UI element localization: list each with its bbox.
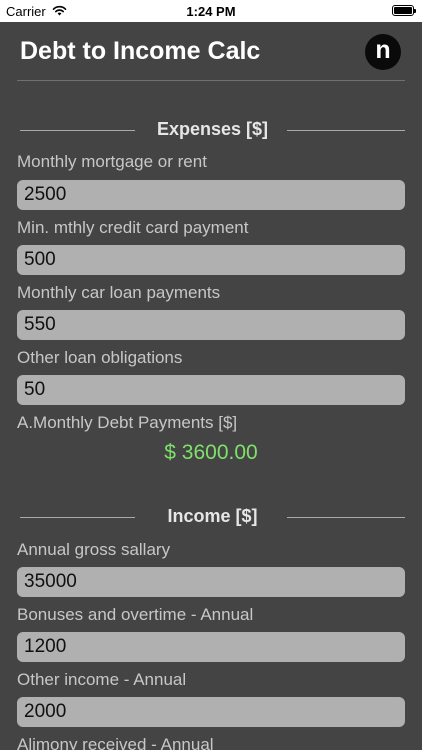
section-divider-right xyxy=(287,130,405,131)
annual-salary-label: Annual gross sallary xyxy=(17,540,171,559)
expenses-section-header: Expenses [$] xyxy=(20,119,405,141)
app-title: Debt to Income Calc xyxy=(20,37,261,65)
other-income-label: Other income - Annual xyxy=(17,670,187,689)
credit-card-label: Min. mthly credit card payment xyxy=(17,218,249,237)
status-bar: Carrier 1:24 PM xyxy=(0,0,422,22)
app-logo-button[interactable]: n xyxy=(365,34,401,70)
car-loan-input[interactable] xyxy=(17,310,405,340)
battery-icon xyxy=(392,5,416,16)
other-income-input[interactable] xyxy=(17,697,405,727)
mortgage-label: Monthly mortgage or rent xyxy=(17,152,207,171)
car-loan-label: Monthly car loan payments xyxy=(17,283,221,302)
other-loan-input[interactable] xyxy=(17,375,405,405)
annual-salary-input[interactable] xyxy=(17,567,405,597)
income-section-header: Income [$] xyxy=(20,506,405,528)
app-screen: Carrier 1:24 PM Debt to Income Calc n Ex… xyxy=(0,0,422,750)
bonuses-input[interactable] xyxy=(17,632,405,662)
battery-fill xyxy=(394,7,412,14)
other-loan-label: Other loan obligations xyxy=(17,348,183,367)
section-divider-right xyxy=(287,517,405,518)
monthly-debt-label: A.Monthly Debt Payments [$] xyxy=(17,413,238,432)
credit-card-input[interactable] xyxy=(17,245,405,275)
bonuses-label: Bonuses and overtime - Annual xyxy=(17,605,254,624)
monthly-debt-value: $ 3600.00 xyxy=(164,441,258,464)
mortgage-input[interactable] xyxy=(17,180,405,210)
alimony-label: Alimony received - Annual xyxy=(17,735,214,750)
status-time: 1:24 PM xyxy=(186,4,236,19)
header-divider xyxy=(17,80,405,81)
